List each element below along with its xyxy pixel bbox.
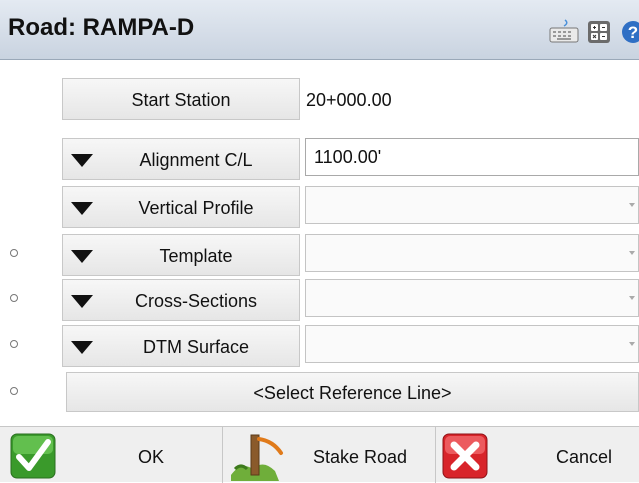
ok-label: OK [138,447,165,467]
start-station-label: Start Station [131,90,231,110]
dropdown-triangle-icon [71,341,93,354]
reference-line-label: <Select Reference Line> [253,383,452,403]
road-form: Start Station 20+000.00 Alignment C/L 11… [0,60,639,426]
checkmark-icon [10,433,56,479]
alignment-field[interactable]: 1100.00' [305,138,639,176]
template-button[interactable]: Template [62,234,300,276]
alignment-value: 1100.00' [314,147,382,167]
reference-line-radio[interactable] [10,387,18,395]
select-reference-line-button[interactable]: <Select Reference Line> [66,372,639,412]
help-icon[interactable]: ? [621,20,639,44]
vertical-profile-button[interactable]: Vertical Profile [62,186,300,228]
dtm-surface-button[interactable]: DTM Surface [62,325,300,367]
chevron-down-icon[interactable] [626,235,638,271]
dtm-surface-select[interactable] [305,325,639,363]
cancel-label: Cancel [556,447,613,467]
start-station-value: 20+000.00 [306,90,392,110]
close-icon [442,433,488,479]
cross-sections-select[interactable] [305,279,639,317]
chevron-down-icon[interactable] [626,326,638,362]
chevron-down-icon[interactable] [626,187,638,223]
dropdown-triangle-icon [71,154,93,167]
dtm-surface-radio[interactable] [10,340,18,348]
title-bar: Road: RAMPA-D ? [0,0,639,60]
calculator-icon[interactable] [587,20,611,44]
alignment-button[interactable]: Alignment C/L [62,138,300,180]
keyboard-icon[interactable] [549,18,579,44]
survey-stake-icon [231,434,283,481]
window-title: Road: RAMPA-D [8,14,195,41]
stake-road-button[interactable]: Stake Road [223,427,436,483]
ok-button[interactable]: OK [0,427,223,483]
dropdown-triangle-icon [71,250,93,263]
cross-sections-label: Cross-Sections [134,291,258,311]
cancel-button[interactable]: Cancel [436,427,639,483]
vertical-profile-select[interactable] [305,186,639,224]
alignment-label: Alignment C/L [139,150,253,170]
svg-text:?: ? [628,23,638,42]
dropdown-triangle-icon [71,202,93,215]
template-radio[interactable] [10,249,18,257]
dtm-surface-label: DTM Surface [142,337,250,357]
action-bar: OK Stake Road Cancel [0,426,639,483]
start-station-button[interactable]: Start Station [62,78,300,120]
dropdown-triangle-icon [71,295,93,308]
stake-road-label: Stake Road [313,447,408,467]
template-select[interactable] [305,234,639,272]
cross-sections-radio[interactable] [10,294,18,302]
vertical-profile-label: Vertical Profile [138,198,254,218]
cross-sections-button[interactable]: Cross-Sections [62,279,300,321]
template-label: Template [159,246,233,266]
chevron-down-icon[interactable] [626,280,638,316]
